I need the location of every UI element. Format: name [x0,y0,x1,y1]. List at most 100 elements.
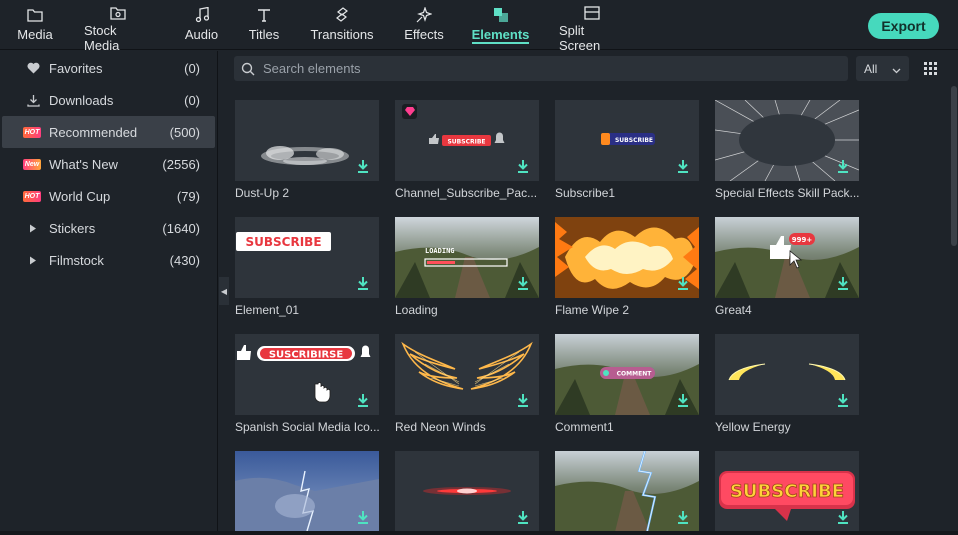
new-badge: New [22,158,42,170]
sidebar-item-recommended[interactable]: HOT Recommended (500) [2,116,215,148]
element-label: Spanish Social Media Ico... [235,420,380,434]
tab-media-label: Media [17,27,53,42]
bottom-edge [0,531,958,535]
download-icon[interactable] [357,159,369,173]
element-label: Yellow Energy [715,420,791,434]
element-label: Special Effects Skill Pack... [715,186,860,200]
sidebar-item-count: (1640) [162,220,200,236]
download-icon[interactable] [517,510,529,524]
tab-elements-label: Elements [471,27,530,42]
sidebar-item-stickers[interactable]: Stickers (1640) [0,212,218,244]
tab-effects-label: Effects [404,27,444,42]
category-sidebar: Favorites (0) Downloads (0) HOT Recommen… [0,51,218,535]
download-icon[interactable] [837,159,849,173]
premium-gem-icon [402,104,417,119]
element-label: Dust-Up 2 [235,186,290,200]
split-screen-icon [583,6,601,20]
sidebar-item-favorites[interactable]: Favorites (0) [0,52,218,84]
sidebar-item-count: (0) [184,92,200,108]
download-icon[interactable] [837,510,849,524]
sidebar-item-label: What's New [49,156,118,172]
sidebar-item-label: Filmstock [49,252,104,268]
stock-media-icon [109,6,127,20]
download-icon[interactable] [677,393,689,407]
sidebar-item-filmstock[interactable]: Filmstock (430) [0,244,218,276]
tab-split-screen-label: Split Screen [559,23,601,53]
download-icon[interactable] [517,393,529,407]
svg-text:SUBSCRIBE: SUBSCRIBE [447,139,485,146]
element-label: Channel_Subscribe_Pac... [395,186,538,200]
sidebar-item-count: (0) [184,60,200,76]
tab-media[interactable]: Media [17,0,53,50]
sidebar-item-count: (2556) [162,156,200,172]
tab-audio-label: Audio [184,27,219,42]
tab-titles-label: Titles [248,27,280,42]
tab-stock-media[interactable]: Stock Media [84,0,152,53]
tab-transitions[interactable]: Transitions [310,0,374,50]
tab-effects[interactable]: Effects [404,0,444,50]
collapse-sidebar-handle[interactable]: ◀ [219,277,229,305]
element-label: Comment1 [555,420,614,434]
hot-badge: HOT [22,190,42,202]
download-icon[interactable] [837,393,849,407]
download-icon[interactable] [837,276,849,290]
svg-text:LOADING: LOADING [425,247,455,255]
svg-text:SUBSCRIBE: SUBSCRIBE [245,235,321,249]
svg-text:COMMENT: COMMENT [617,371,653,378]
effects-sparkle-icon [415,6,433,24]
transitions-icon [333,6,351,24]
heart-icon [24,61,42,75]
download-icon[interactable] [677,159,689,173]
expand-triangle-icon[interactable] [24,221,42,235]
element-label: Loading [395,303,438,317]
chevron-down-icon [892,63,901,77]
sidebar-item-label: Downloads [49,92,114,108]
sidebar-item-label: Recommended [49,124,138,140]
folder-icon [26,6,44,24]
tab-titles[interactable]: Titles [248,0,280,50]
tab-transitions-label: Transitions [310,27,374,42]
scrollbar-thumb[interactable] [951,86,957,246]
download-icon[interactable] [357,276,369,290]
element-label: Subscribe1 [555,186,616,200]
top-toolbar: Media Stock Media Audio Titles Transitio… [0,0,958,53]
expand-triangle-icon[interactable] [24,253,42,267]
download-icon[interactable] [677,510,689,524]
download-icon[interactable] [677,276,689,290]
music-note-icon [193,6,211,24]
sidebar-item-count: (500) [169,124,200,140]
element-label: Flame Wipe 2 [555,303,630,317]
download-icon[interactable] [517,159,529,173]
element-label: Red Neon Winds [395,420,486,434]
sidebar-item-world-cup[interactable]: HOT World Cup (79) [0,180,218,212]
download-icon[interactable] [517,276,529,290]
text-t-icon [255,6,273,24]
svg-text:SUBSCRIBE: SUBSCRIBE [730,481,844,502]
chevron-left-icon: ◀ [220,286,228,296]
svg-text:999+: 999+ [792,236,813,244]
grid-view-icon[interactable] [918,56,942,81]
svg-text:SUBSCRIBE: SUBSCRIBE [615,137,653,144]
sidebar-item-count: (430) [169,252,200,268]
search-bar [234,56,848,81]
sidebar-item-whats-new[interactable]: New What's New (2556) [0,148,218,180]
sidebar-item-label: World Cup [49,188,111,204]
download-icon[interactable] [357,510,369,524]
tab-split-screen[interactable]: Split Screen [559,0,625,53]
svg-text:SUSCRIBIRSE: SUSCRIBIRSE [269,350,344,361]
download-tray-icon [24,93,42,107]
sidebar-item-label: Stickers [49,220,96,236]
tab-stock-media-label: Stock Media [84,23,120,53]
search-input[interactable] [263,61,823,76]
filter-dropdown[interactable]: All [856,56,909,81]
tab-elements[interactable]: Elements [472,0,529,50]
download-icon[interactable] [357,393,369,407]
sidebar-item-count: (79) [176,188,200,204]
search-icon [241,62,255,76]
sidebar-item-downloads[interactable]: Downloads (0) [0,84,218,116]
element-label: Great4 [715,303,752,317]
elements-layers-icon [492,6,510,24]
filter-selected-value: All [864,61,878,76]
tab-audio[interactable]: Audio [185,0,218,50]
export-button[interactable]: Export [868,13,939,39]
